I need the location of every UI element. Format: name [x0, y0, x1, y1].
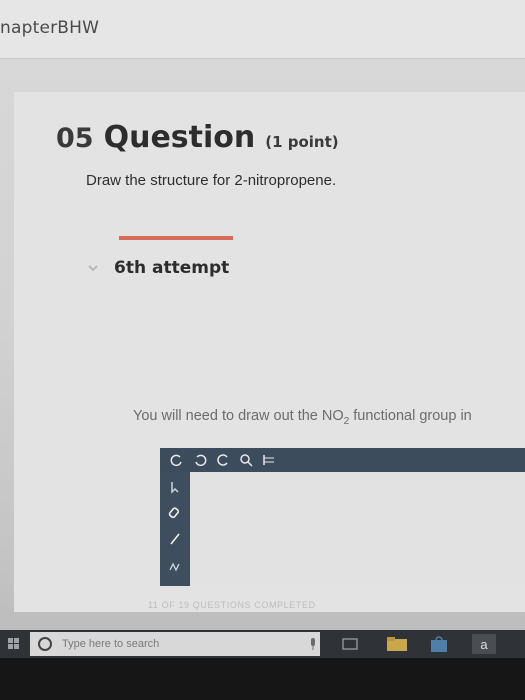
eraser-icon[interactable]: [168, 506, 182, 520]
question-points: (1 point): [265, 133, 339, 151]
zoom-icon[interactable]: [239, 453, 253, 467]
editor-side-toolbar: [160, 472, 190, 586]
windows-taskbar: Type here to search a: [0, 630, 525, 658]
browser-screen: napterBHW 05 Question (1 point) Draw the…: [0, 0, 525, 700]
editor-toolbar: [160, 448, 525, 472]
atom-icon[interactable]: [168, 558, 182, 572]
hint-text-start: You will need to draw out the NO: [133, 408, 344, 424]
attempt-label: 6th attempt: [114, 258, 230, 278]
attempt-indicator-bar: [119, 236, 233, 240]
progress-status: 11 OF 19 QUESTIONS COMPLETED: [148, 600, 316, 610]
template-icon[interactable]: [262, 453, 276, 467]
taskbar-search[interactable]: Type here to search: [30, 632, 320, 656]
bond-icon[interactable]: [168, 532, 182, 546]
attempt-toggle[interactable]: 6th attempt: [88, 258, 229, 278]
select-icon[interactable]: [168, 480, 182, 494]
question-title: Question: [103, 120, 256, 155]
question-header: 05 Question (1 point): [56, 120, 339, 155]
cortana-icon: [38, 637, 52, 651]
chevron-down-icon[interactable]: [88, 263, 98, 273]
redo-icon[interactable]: [193, 453, 207, 467]
question-prompt: Draw the structure for 2-nitropropene.: [86, 172, 337, 189]
store-icon[interactable]: [428, 634, 450, 654]
task-view-icon[interactable]: [340, 634, 360, 654]
breadcrumb[interactable]: napterBHW: [0, 18, 99, 38]
reset-icon[interactable]: [216, 453, 230, 467]
amazon-app-icon[interactable]: a: [472, 634, 496, 654]
course-header: napterBHW: [0, 0, 525, 59]
microphone-icon[interactable]: [306, 634, 320, 654]
hint-text-end: functional group in: [349, 408, 472, 424]
structure-editor: [160, 448, 525, 586]
undo-icon[interactable]: [170, 453, 184, 467]
search-placeholder: Type here to search: [62, 638, 160, 650]
start-button[interactable]: [0, 630, 28, 658]
file-explorer-icon[interactable]: [386, 634, 408, 654]
monitor-bezel: [0, 658, 525, 700]
question-number: 05: [56, 123, 94, 154]
windows-logo-icon: [8, 638, 19, 649]
hint-text: You will need to draw out the NO2 functi…: [133, 408, 472, 427]
drawing-canvas[interactable]: [190, 472, 525, 586]
